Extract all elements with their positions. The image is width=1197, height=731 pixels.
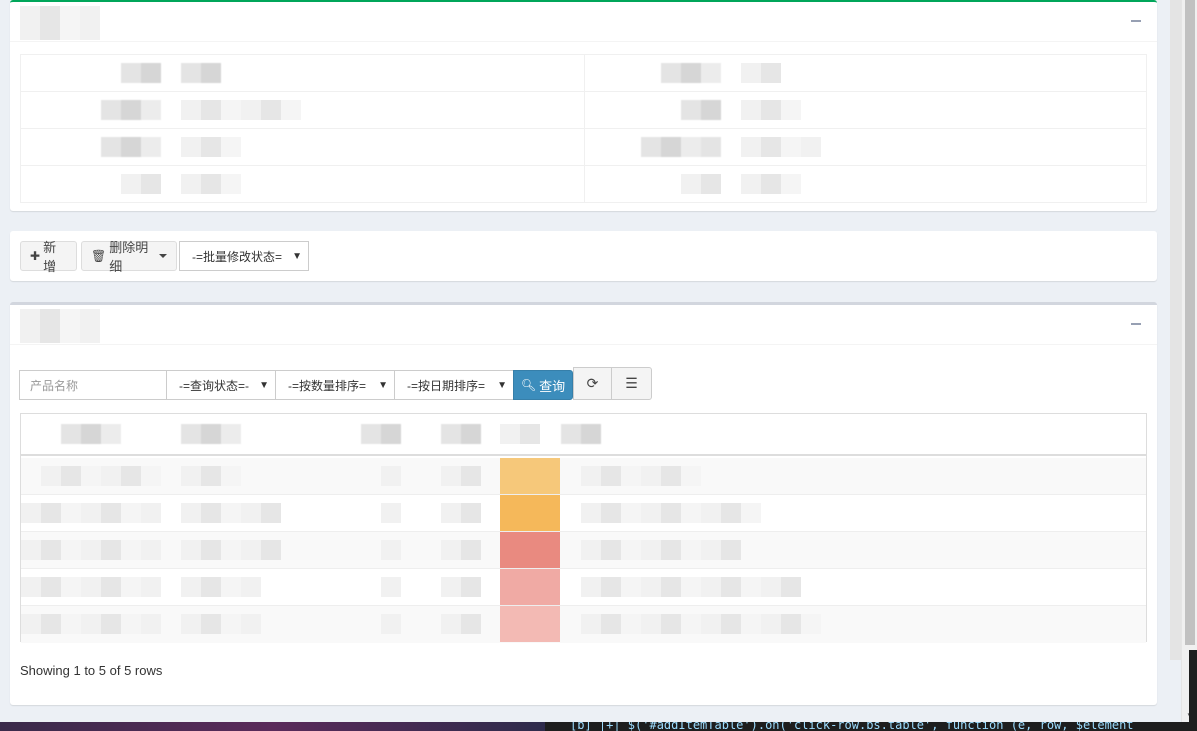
caret-down-icon	[159, 254, 167, 258]
scroll-thumb[interactable]	[1185, 0, 1195, 645]
date-sort-label: -=按日期排序=	[407, 378, 486, 393]
add-button[interactable]: ✚ 新增	[20, 240, 77, 274]
desktop-wallpaper-strip	[0, 722, 545, 731]
status-cell	[500, 532, 560, 568]
info-grid	[20, 54, 1147, 203]
list-panel: 产品名称 -=查询状态=- ▼ -=按数量排序= ▼ -=按日期排序= ▼ 🔍︎…	[10, 302, 1157, 705]
list-panel-title	[20, 309, 100, 343]
product-name-input[interactable]: 产品名称	[19, 370, 167, 400]
refresh-button[interactable]: ⟳	[573, 367, 612, 400]
table-row[interactable]	[21, 458, 1146, 495]
data-table	[20, 413, 1147, 643]
search-icon: 🔍︎	[520, 378, 537, 392]
list-panel-header	[10, 305, 1157, 345]
date-sort-select[interactable]: -=按日期排序= ▼	[394, 370, 514, 400]
search-button-label: 查询	[539, 378, 566, 394]
dropdown-arrow-icon: ▼	[497, 380, 507, 391]
info-row	[21, 55, 1146, 92]
delete-button-label: 删除明细	[109, 240, 149, 274]
background-editor-strip: [b] |+| $('#addItemTable').on('click-row…	[0, 722, 1197, 731]
editor-edge	[1189, 650, 1197, 722]
toolbar-panel: ✚ 新增 🗑 删除明细 -=批量修改状态= ▼	[10, 231, 1157, 281]
query-status-label: -=查询状态=-	[179, 378, 250, 393]
search-button[interactable]: 🔍︎ 查询	[513, 370, 573, 400]
columns-toggle-button[interactable]: ☰	[611, 367, 652, 400]
plus-icon: ✚	[30, 249, 41, 263]
collapse-minus-icon[interactable]	[1129, 14, 1143, 28]
info-panel-title	[20, 6, 100, 40]
product-name-placeholder: 产品名称	[30, 378, 79, 393]
quantity-sort-label: -=按数量排序=	[288, 378, 367, 393]
info-row	[21, 92, 1146, 129]
table-header	[21, 414, 1146, 456]
trash-icon: 🗑	[91, 249, 107, 263]
page-scrollbar[interactable]: ▼	[1181, 0, 1197, 722]
status-cell	[500, 606, 560, 642]
dropdown-arrow-icon: ▼	[259, 380, 269, 391]
info-row	[21, 166, 1146, 203]
table-row[interactable]	[21, 569, 1146, 606]
table-row[interactable]	[21, 495, 1146, 532]
dropdown-arrow-icon: ▼	[292, 251, 302, 262]
editor-code-line: [b] |+| $('#addItemTable').on('click-row…	[570, 722, 1134, 731]
side-overlap-panel	[1170, 0, 1181, 660]
status-cell	[500, 495, 560, 531]
list-icon: ☰	[625, 375, 638, 391]
info-panel	[10, 0, 1157, 211]
quantity-sort-select[interactable]: -=按数量排序= ▼	[275, 370, 395, 400]
query-status-select[interactable]: -=查询状态=- ▼	[166, 370, 276, 400]
info-row	[21, 129, 1146, 166]
collapse-minus-icon[interactable]	[1129, 317, 1143, 331]
status-cell	[500, 458, 560, 494]
table-row[interactable]	[21, 532, 1146, 569]
table-row[interactable]	[21, 606, 1146, 643]
add-button-label: 新增	[43, 240, 57, 274]
info-panel-header	[10, 2, 1157, 42]
status-cell	[500, 569, 560, 605]
dropdown-arrow-icon: ▼	[378, 380, 388, 391]
refresh-icon: ⟳	[586, 375, 599, 391]
delete-details-dropdown[interactable]: 🗑 删除明细	[81, 240, 177, 274]
pagination-info: Showing 1 to 5 of 5 rows	[20, 663, 163, 678]
batch-status-select[interactable]: -=批量修改状态= ▼	[179, 241, 309, 271]
batch-status-label: -=批量修改状态=	[192, 249, 283, 264]
